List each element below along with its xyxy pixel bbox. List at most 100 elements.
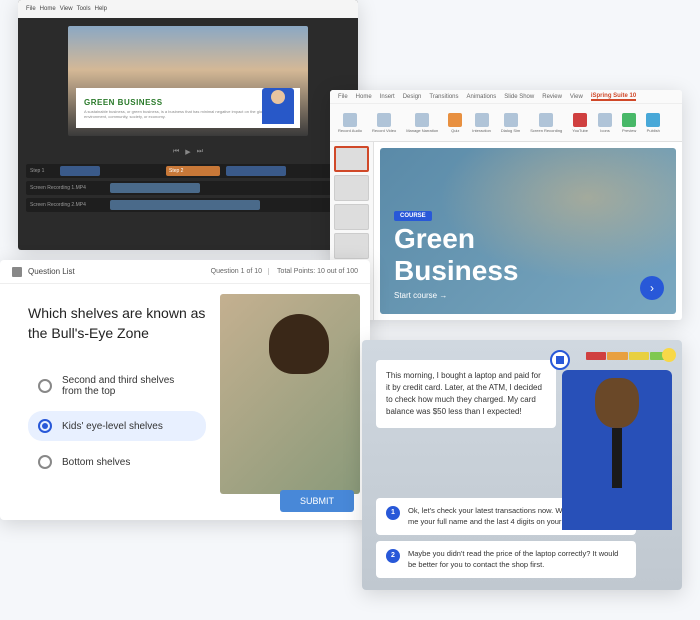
youtube-icon	[573, 113, 587, 127]
track-label: Step 1	[30, 168, 44, 174]
stop-button[interactable]	[550, 350, 570, 370]
presenter-avatar	[262, 88, 294, 124]
tool-slide-props[interactable]: Icons	[594, 106, 616, 140]
publish-icon	[646, 113, 660, 127]
tool-dialog[interactable]: Dialog Sim	[497, 106, 524, 140]
tab-file[interactable]: File	[338, 94, 348, 100]
track-label: Screen Recording 1.MP4	[30, 185, 86, 191]
tab-design[interactable]: Design	[403, 94, 422, 100]
chevron-right-icon: ›	[650, 281, 654, 295]
timeline-clip[interactable]	[110, 200, 260, 210]
tab-slideshow[interactable]: Slide Show	[504, 94, 534, 100]
narration-icon	[415, 113, 429, 127]
timeline-track[interactable]: Screen Recording 1.MP4	[26, 181, 350, 195]
slide-heading: Green	[394, 225, 662, 253]
character-avatar	[562, 370, 672, 530]
quiz-header: Question List Question 1 of 10 Total Poi…	[0, 260, 370, 284]
tool-narration[interactable]: Manage Narration	[402, 106, 442, 140]
radio-icon	[38, 419, 52, 433]
tool-interaction[interactable]: Interaction	[468, 106, 495, 140]
menu-file[interactable]: File	[26, 6, 36, 12]
tool-preview[interactable]: Preview	[618, 106, 640, 140]
tool-publish[interactable]: Publish	[642, 106, 664, 140]
emoji-icon	[662, 348, 676, 362]
mic-icon	[343, 113, 357, 127]
mood-meter	[586, 352, 670, 360]
quiz-option[interactable]: Kids' eye-level shelves	[28, 411, 206, 441]
slide-canvas[interactable]: COURSE Green Business Start course → ›	[374, 142, 682, 320]
timeline-clip[interactable]	[226, 166, 286, 176]
quiz-option[interactable]: Bottom shelves	[28, 447, 206, 477]
timeline: Step 1 Step 2 Screen Recording 1.MP4 Scr…	[18, 160, 358, 219]
question-counter: Question 1 of 10	[211, 268, 262, 275]
video-preview-stage: GREEN BUSINESS A sustainable business, o…	[68, 26, 308, 136]
list-icon[interactable]	[12, 267, 22, 277]
slide-content: COURSE Green Business Start course → ›	[380, 148, 676, 314]
tab-home[interactable]: Home	[356, 94, 372, 100]
dialogue-panel: This morning, I bought a laptop and paid…	[362, 340, 682, 590]
slide-heading: Business	[394, 257, 662, 285]
tab-review[interactable]: Review	[542, 94, 562, 100]
radio-icon	[38, 379, 52, 393]
tool-record-video[interactable]: Record Video	[368, 106, 400, 140]
playback-controls: ⏮ ▶ ⏭	[18, 144, 358, 160]
menu-view[interactable]: View	[60, 6, 73, 12]
video-editor-window: File Home View Tools Help GREEN BUSINESS…	[18, 0, 358, 250]
tab-insert[interactable]: Insert	[380, 94, 395, 100]
tool-record-audio[interactable]: Record Audio	[334, 106, 366, 140]
menu-help[interactable]: Help	[95, 6, 107, 12]
dialogue-choice[interactable]: 2 Maybe you didn't read the price of the…	[376, 541, 636, 578]
slide-editor-body: COURSE Green Business Start course → ›	[330, 142, 682, 320]
quiz-header-title: Question List	[28, 267, 205, 276]
ribbon-tabs: File Home Insert Design Transitions Anim…	[330, 90, 682, 104]
slide-thumb[interactable]	[334, 204, 369, 230]
dialogue-prompt: This morning, I bought a laptop and paid…	[376, 360, 556, 428]
timeline-track[interactable]: Step 1 Step 2	[26, 164, 350, 178]
tab-transitions[interactable]: Transitions	[429, 94, 458, 100]
timeline-track[interactable]: Screen Recording 2.MP4	[26, 198, 350, 212]
next-slide-button[interactable]: ›	[640, 276, 664, 300]
tab-ispring[interactable]: iSpring Suite 10	[591, 93, 636, 101]
skip-fwd-icon[interactable]: ⏭	[197, 148, 203, 156]
slide-editor-window: File Home Insert Design Transitions Anim…	[330, 90, 682, 320]
quiz-option[interactable]: Second and third shelves from the top	[28, 367, 206, 405]
slide-thumb[interactable]	[334, 233, 369, 259]
quiz-right	[220, 284, 370, 504]
timeline-clip[interactable]	[110, 183, 200, 193]
slide-title: GREEN BUSINESS	[84, 98, 292, 107]
menu-home[interactable]: Home	[40, 6, 56, 12]
course-badge: COURSE	[394, 211, 432, 221]
menu-tools[interactable]: Tools	[77, 6, 91, 12]
quiz-left: Which shelves are known as the Bull's-Ey…	[0, 284, 220, 504]
choice-number: 1	[386, 506, 400, 520]
dialog-icon	[504, 113, 518, 127]
slide-thumb[interactable]	[334, 146, 369, 172]
option-label: Kids' eye-level shelves	[62, 421, 163, 432]
quiz-body: Which shelves are known as the Bull's-Ey…	[0, 284, 370, 504]
timeline-clip[interactable]	[60, 166, 100, 176]
start-course-link[interactable]: Start course →	[394, 291, 662, 300]
slide-thumb[interactable]	[334, 175, 369, 201]
timeline-clip[interactable]: Step 2	[166, 166, 220, 176]
play-icon[interactable]: ▶	[185, 148, 190, 156]
ribbon: File Home Insert Design Transitions Anim…	[330, 90, 682, 142]
track-label: Screen Recording 2.MP4	[30, 202, 86, 208]
tool-screen-rec[interactable]: Screen Recording	[526, 106, 566, 140]
tool-youtube[interactable]: YouTube	[568, 106, 592, 140]
quiz-image	[220, 294, 360, 494]
submit-button[interactable]: SUBMIT	[280, 490, 354, 512]
tab-view[interactable]: View	[570, 94, 583, 100]
props-icon	[598, 113, 612, 127]
points-counter: Total Points: 10 out of 100	[268, 268, 358, 275]
slide-card: GREEN BUSINESS A sustainable business, o…	[76, 88, 300, 128]
quiz-panel: Question List Question 1 of 10 Total Poi…	[0, 260, 370, 520]
radio-icon	[38, 455, 52, 469]
camera-icon	[377, 113, 391, 127]
option-label: Bottom shelves	[62, 457, 130, 468]
slide-subtitle: A sustainable business, or green busines…	[84, 109, 292, 119]
tool-quiz[interactable]: Quiz	[444, 106, 466, 140]
tab-animations[interactable]: Animations	[467, 94, 497, 100]
quiz-icon	[448, 113, 462, 127]
skip-back-icon[interactable]: ⏮	[173, 148, 179, 156]
choice-text: Maybe you didn't read the price of the l…	[408, 549, 626, 570]
